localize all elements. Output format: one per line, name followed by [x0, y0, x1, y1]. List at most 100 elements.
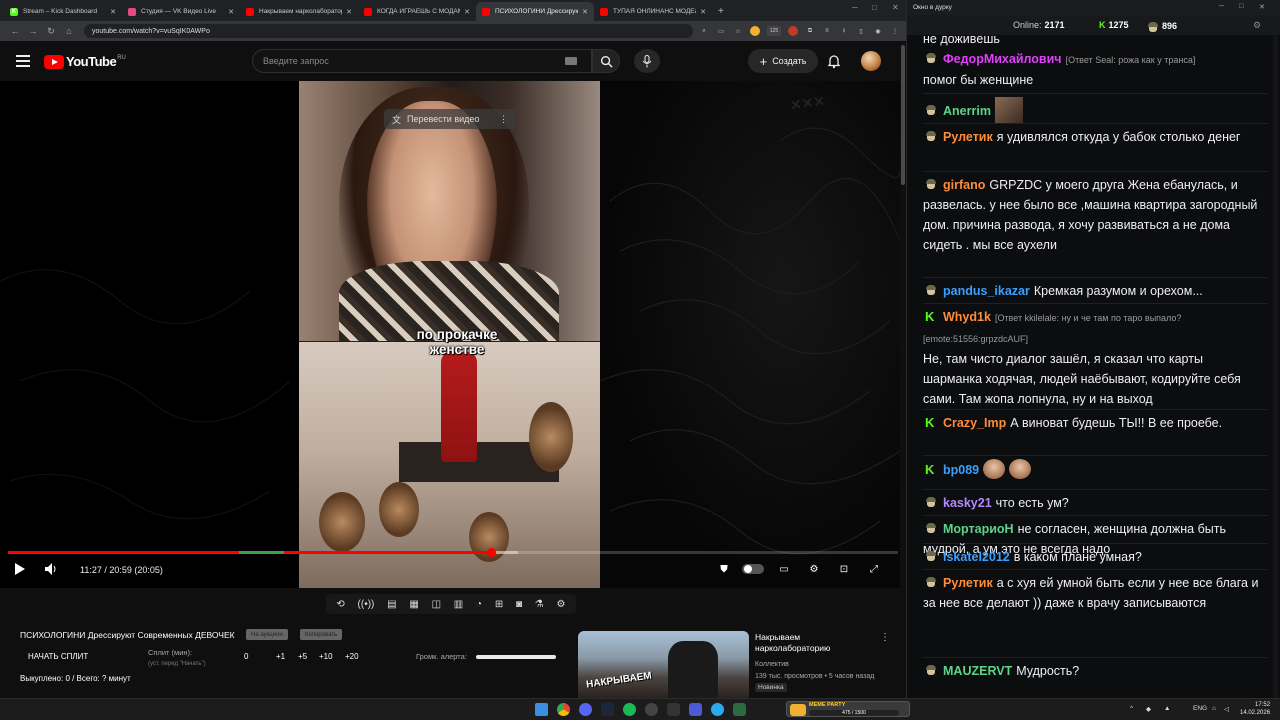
speaker-icon[interactable]: ◁ [1224, 705, 1229, 713]
browser-tab[interactable]: ПСИХОЛОГИНИ Дрессируют ✕ [476, 2, 594, 21]
create-button[interactable]: + Создать [748, 49, 818, 73]
extension-icon-1[interactable] [750, 26, 760, 36]
reload-icon[interactable]: ↻ [42, 26, 60, 37]
translate-more-icon[interactable]: ⋮ [499, 114, 508, 125]
menu-icon[interactable] [16, 55, 30, 67]
split-add-5-button[interactable]: +5 [298, 652, 307, 661]
loop-icon[interactable]: ⟲ [336, 599, 344, 610]
app-icon-1[interactable] [667, 703, 680, 716]
notifications-bell-icon[interactable] [826, 53, 842, 69]
alert-volume-slider[interactable] [476, 655, 556, 659]
youtube-logo[interactable]: YouTube RU [44, 54, 126, 69]
profile-icon[interactable]: ◉ [873, 26, 883, 36]
download-icon[interactable]: ⭳ [839, 26, 849, 36]
split-add-1-button[interactable]: +1 [276, 652, 285, 661]
add-screen-icon[interactable]: ⊞ [495, 599, 503, 610]
chat-maximize-icon[interactable]: □ [1239, 3, 1243, 10]
back-icon[interactable]: ← [6, 26, 24, 36]
split-value-0[interactable]: 0 [244, 652, 248, 661]
browser-tab[interactable]: K Stream – Kick Dashboard ✕ [4, 2, 122, 21]
toolbar-settings-icon[interactable]: ⚙ [557, 599, 566, 610]
tab-close-icon[interactable]: ✕ [700, 8, 706, 16]
maximize-icon[interactable]: □ [872, 3, 877, 12]
minimize-icon[interactable]: ─ [852, 3, 858, 12]
chat-settings-icon[interactable]: ⚙ [1253, 20, 1261, 31]
home-icon[interactable]: ⌂ [60, 26, 78, 36]
forward-icon[interactable]: → [24, 26, 42, 36]
search-button[interactable] [592, 49, 620, 73]
recommended-video-title[interactable]: Накрываем нарколабораторию [755, 632, 875, 654]
recommended-channel[interactable]: Коллектив [755, 659, 874, 671]
cinema-icon[interactable]: ▥ [454, 599, 463, 610]
discord-icon[interactable] [579, 703, 592, 716]
tray-chevron-icon[interactable]: ^ [1130, 705, 1133, 712]
spotify-icon[interactable] [623, 703, 636, 716]
language-indicator[interactable]: ENG [1193, 705, 1207, 712]
volume-icon[interactable] [44, 562, 60, 576]
split-view-icon[interactable]: ▯ [856, 26, 866, 36]
clock[interactable]: 17:52 14.02.2026 [1240, 701, 1270, 717]
miniplayer-icon[interactable]: ⊡ [836, 561, 852, 577]
chrome-icon[interactable] [557, 703, 570, 716]
chat-username[interactable]: ФедорМихайлович [943, 52, 1062, 66]
account-avatar[interactable] [861, 51, 881, 71]
chat-minimize-icon[interactable]: ─ [1219, 3, 1224, 10]
telegram-icon[interactable] [711, 703, 724, 716]
keyboard-icon[interactable] [565, 57, 577, 65]
chat-username[interactable]: pandus_ikazar [943, 284, 1030, 298]
play-icon[interactable] [14, 562, 26, 576]
fullscreen-icon[interactable]: ⤢ [866, 561, 882, 577]
chat-username[interactable]: Рулетик [943, 130, 993, 144]
split-add-20-button[interactable]: +20 [345, 652, 359, 661]
tray-app-icon[interactable]: ◆ [1146, 705, 1151, 713]
new-tab-icon[interactable]: + [718, 2, 724, 21]
more-actions-icon[interactable]: ⋮ [880, 632, 890, 643]
search-input[interactable]: Введите запрос [252, 49, 592, 73]
chat-username[interactable]: bp089 [943, 463, 979, 477]
subtitles-icon[interactable]: ▭ [776, 561, 792, 577]
picture-in-picture-icon[interactable]: ◫ [432, 599, 441, 610]
chat-username[interactable]: Рулетик [943, 576, 993, 590]
tray-app-icon-2[interactable]: ▲ [1164, 705, 1170, 712]
app-icon-3[interactable] [733, 703, 746, 716]
extension-badge-icon[interactable]: 125 [767, 26, 781, 36]
browser-menu-icon[interactable]: ⋮ [890, 26, 900, 36]
browser-tab[interactable]: КОГДА ИГРАЕШЬ С МОДАМИ ✕ [358, 2, 476, 21]
steam-icon[interactable] [601, 703, 614, 716]
progress-bar[interactable] [8, 548, 898, 557]
chat-username[interactable]: МортариоН [943, 522, 1014, 536]
settings-gear-icon[interactable]: ⚙ [806, 561, 822, 577]
url-field[interactable]: youtube.com/watch?v=vuSqIK0AWPo [84, 24, 693, 38]
tab-close-icon[interactable]: ✕ [464, 8, 470, 16]
close-window-icon[interactable]: ✕ [892, 3, 899, 12]
start-icon[interactable] [535, 703, 548, 716]
tab-close-icon[interactable]: ✕ [582, 8, 588, 16]
app-icon-2[interactable] [689, 703, 702, 716]
extensions-puzzle-icon[interactable]: ⧉ [805, 26, 815, 36]
copy-button[interactable]: Копировать [300, 629, 343, 640]
page-scrollbar-thumb[interactable] [901, 45, 905, 185]
split-add-10-button[interactable]: +10 [319, 652, 333, 661]
obs-icon[interactable] [645, 703, 658, 716]
chat-username[interactable]: MAUZERVT [943, 664, 1012, 678]
tab-close-icon[interactable]: ✕ [228, 8, 234, 16]
network-icon[interactable]: ⌂ [1212, 705, 1216, 712]
video-player[interactable]: ✕✕✕ по прокачке женстве 文 Перевести виде… [0, 81, 906, 588]
browser-tab[interactable]: Студия — VK Видео Live ✕ [122, 2, 240, 21]
zoom-icon[interactable]: ⌕ [699, 26, 709, 36]
screenshot-icon[interactable]: ◙ [516, 599, 522, 610]
tab-close-icon[interactable]: ✕ [346, 8, 352, 16]
recommended-video-thumbnail[interactable]: НАКРЫВАЕМ [578, 631, 749, 698]
meme-party-widget[interactable]: MEME PARTY 475 / 1500 [786, 701, 910, 717]
chat-close-icon[interactable]: ✕ [1259, 3, 1265, 11]
chat-username[interactable]: iskatel2012 [943, 550, 1010, 564]
speed-icon[interactable]: ◔ [476, 599, 482, 610]
autoplay-toggle[interactable] [742, 561, 764, 577]
chat-scrollbar[interactable] [1273, 35, 1278, 698]
browser-tab[interactable]: Накрываем нарколабораторию ✕ [240, 2, 358, 21]
chat-username[interactable]: girfano [943, 178, 985, 192]
extension-icon-2[interactable] [788, 26, 798, 36]
flask-icon[interactable]: ⚗ [535, 599, 544, 610]
start-split-button[interactable]: НАЧАТЬ СПЛИТ [28, 652, 88, 661]
chat-username[interactable]: Whyd1k [943, 310, 991, 324]
